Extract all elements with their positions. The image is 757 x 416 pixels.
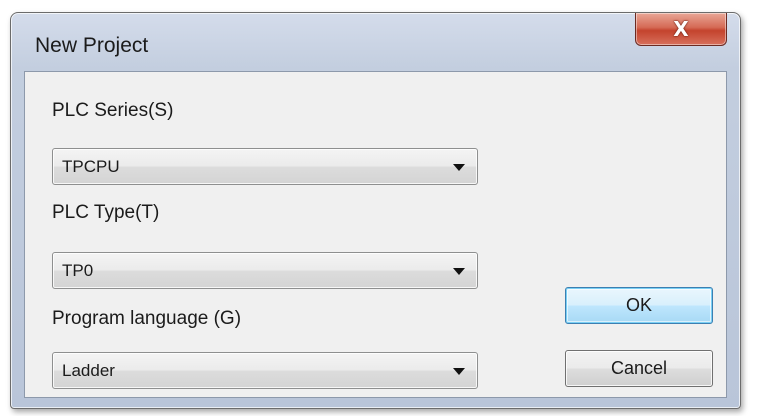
program-language-value: Ladder — [62, 361, 115, 380]
plc-series-dropdown[interactable]: TPCPU — [52, 148, 478, 185]
cancel-button[interactable]: Cancel — [565, 350, 713, 387]
chevron-down-icon — [453, 368, 465, 375]
plc-series-label: PLC Series(S) — [52, 100, 174, 121]
dialog-body: PLC Series(S) TPCPU PLC Type(T) TP0 Prog… — [24, 71, 727, 398]
chevron-down-icon — [453, 164, 465, 171]
plc-type-value: TP0 — [62, 261, 94, 280]
title-bar[interactable]: New Project X — [11, 13, 740, 73]
dialog-title: New Project — [35, 34, 149, 57]
plc-type-label: PLC Type(T) — [52, 202, 160, 223]
chevron-down-icon — [453, 268, 465, 275]
close-icon: X — [673, 17, 689, 41]
new-project-dialog: New Project X PLC Series(S) TPCPU PLC Ty… — [10, 12, 741, 409]
program-language-label: Program language (G) — [52, 308, 242, 329]
plc-type-dropdown[interactable]: TP0 — [52, 252, 478, 289]
program-language-dropdown[interactable]: Ladder — [52, 352, 478, 389]
close-button[interactable]: X — [635, 13, 727, 46]
plc-series-value: TPCPU — [62, 157, 120, 176]
ok-button[interactable]: OK — [565, 287, 713, 324]
